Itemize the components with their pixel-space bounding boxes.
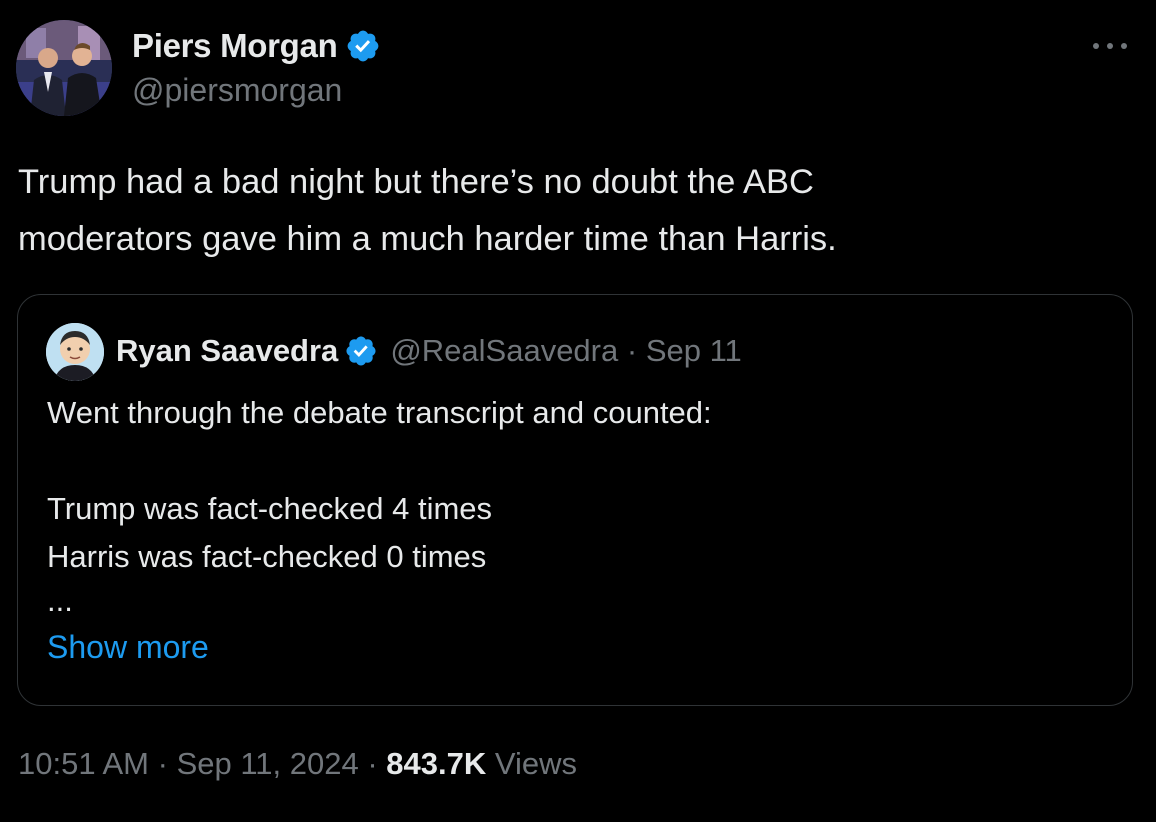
quoted-text-line: Went through the debate transcript and c… — [47, 395, 712, 430]
author-handle[interactable]: @piersmorgan — [132, 72, 342, 109]
meta-separator: · — [626, 333, 638, 368]
author-name-row: Piers Morgan — [132, 24, 381, 68]
quoted-text: Went through the debate transcript and c… — [47, 389, 1107, 629]
views-count[interactable]: 843.7K — [386, 746, 486, 781]
author-name[interactable]: Piers Morgan — [132, 27, 338, 65]
views-label: Views — [494, 746, 578, 781]
footer-separator: · — [367, 746, 378, 781]
quoted-author-handle[interactable]: @RealSaavedra — [390, 333, 618, 369]
tweet-time[interactable]: 10:51 AM — [18, 746, 149, 781]
tweet-text-line: Trump had a bad night but there’s no dou… — [18, 163, 814, 201]
quoted-author-name[interactable]: Ryan Saavedra — [116, 333, 338, 369]
quoted-text-line: Harris was fact-checked 0 times — [47, 539, 487, 574]
tweet-date[interactable]: Sep 11, 2024 — [177, 746, 359, 781]
author-avatar[interactable] — [16, 20, 112, 116]
quoted-tweet[interactable]: Ryan Saavedra @RealSaavedra · Sep 11 Wen… — [17, 294, 1133, 706]
quoted-header: Ryan Saavedra @RealSaavedra · Sep 11 — [116, 329, 742, 373]
tweet-footer: 10:51 AM · Sep 11, 2024 · 843.7K Views — [18, 746, 577, 782]
quoted-text-line: ... — [47, 583, 73, 618]
more-options-button[interactable] — [1088, 34, 1132, 58]
tweet: Piers Morgan @piersmorgan Trump had a ba… — [0, 0, 1156, 822]
quoted-text-line: Trump was fact-checked 4 times — [47, 491, 493, 526]
more-horizontal-icon — [1093, 43, 1127, 49]
show-more-link[interactable]: Show more — [47, 629, 209, 666]
quoted-author-avatar[interactable] — [46, 323, 104, 381]
quoted-date[interactable]: Sep 11 — [646, 333, 742, 369]
tweet-text-line: moderators gave him a much harder time t… — [18, 220, 837, 258]
tweet-text: Trump had a bad night but there’s no dou… — [18, 154, 1118, 268]
footer-separator: · — [157, 746, 168, 781]
verified-badge-icon[interactable] — [345, 28, 381, 64]
verified-badge-icon[interactable] — [344, 334, 378, 368]
quoted-text-line — [47, 437, 1107, 485]
